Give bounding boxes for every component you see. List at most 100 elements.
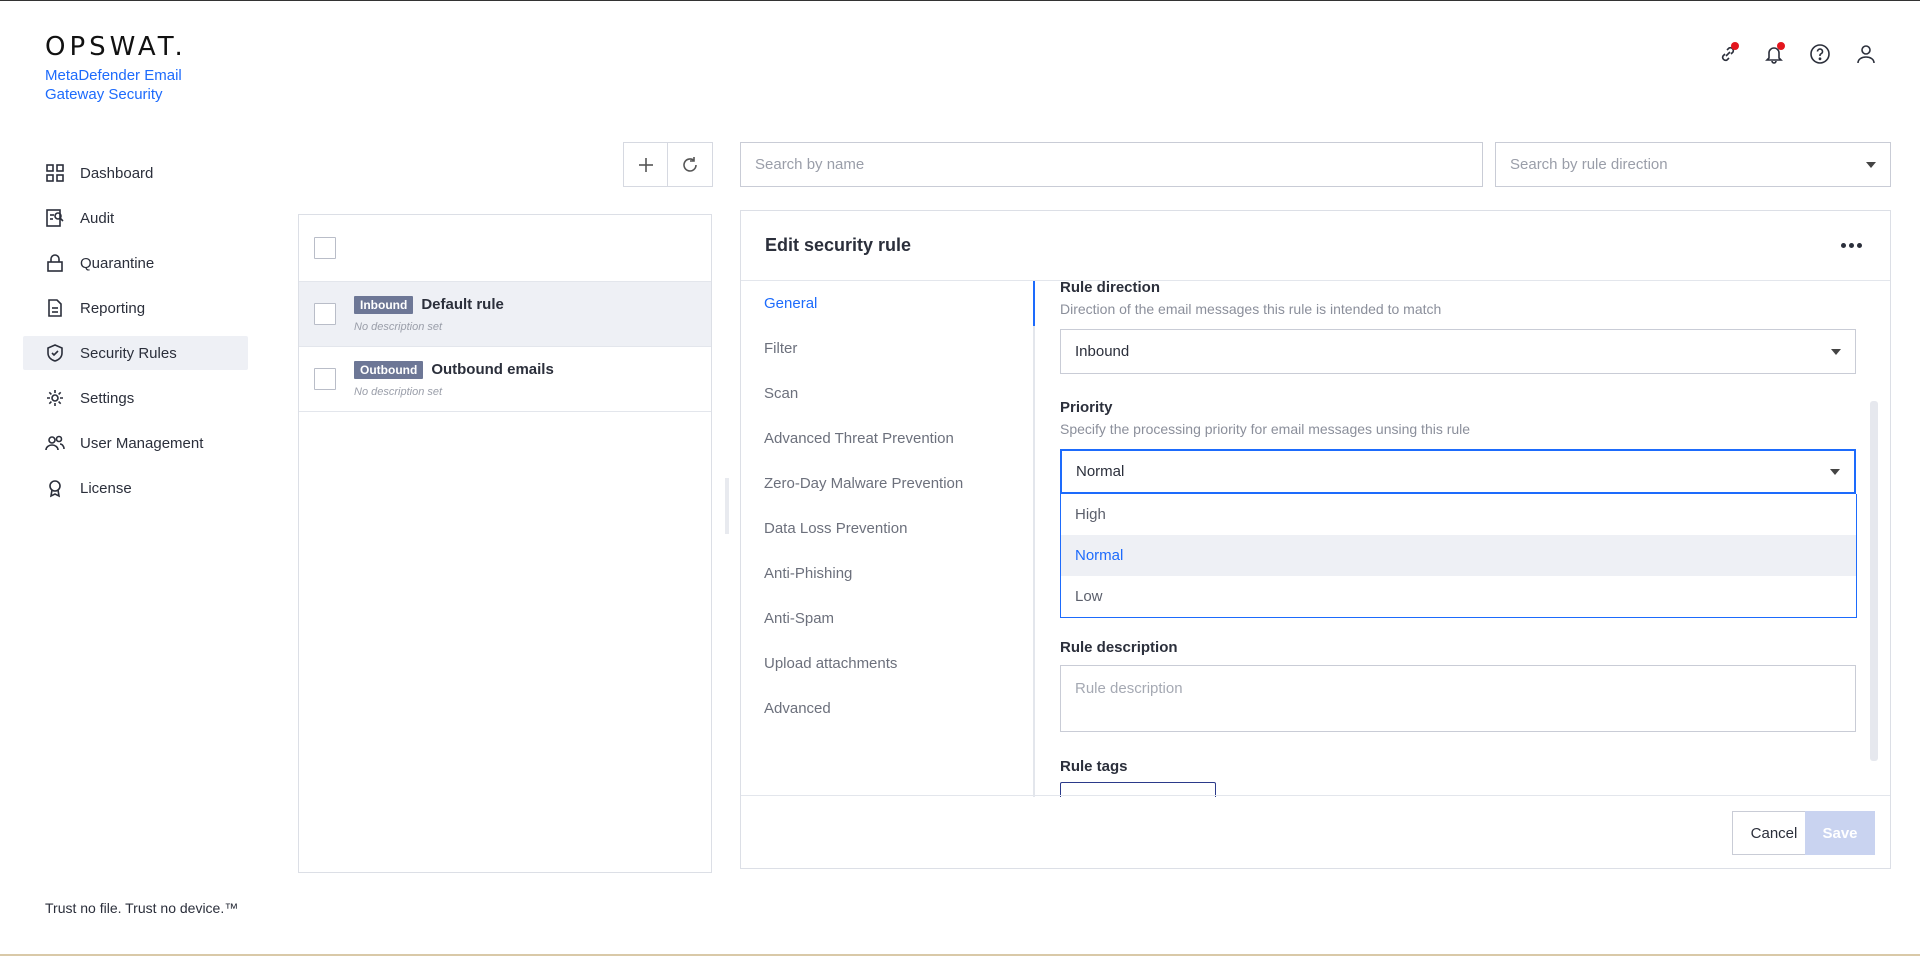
sidebar-item-dashboard[interactable]: Dashboard [23, 156, 248, 190]
tagline: Trust no file. Trust no device.™ [45, 900, 239, 916]
rule-list-toolbar [623, 142, 713, 187]
rule-tags-label: Rule tags [1060, 758, 1128, 775]
tab-data-loss-prevention[interactable]: Data Loss Prevention [741, 506, 1033, 551]
tab-general[interactable]: General [741, 281, 1035, 326]
users-icon [45, 435, 65, 451]
rule-title-line: Outbound Outbound emails [354, 360, 554, 379]
opswat-logo: OPSWAT. [45, 32, 187, 62]
priority-option-normal[interactable]: Normal [1061, 535, 1856, 576]
user-icon [1857, 45, 1875, 64]
add-rule-button[interactable] [623, 142, 668, 187]
chevron-down-icon [1831, 348, 1841, 355]
sidebar-item-settings[interactable]: Settings [23, 381, 248, 415]
shield-check-icon [47, 344, 63, 362]
rule-description: No description set [354, 385, 443, 398]
search-by-direction-select[interactable]: Search by rule direction [1495, 142, 1891, 187]
priority-option-low[interactable]: Low [1061, 576, 1856, 617]
rule-description-input[interactable]: Rule description [1060, 665, 1856, 732]
rule-direction-select[interactable]: Inbound [1060, 329, 1856, 374]
sidebar-item-label: User Management [80, 434, 204, 452]
plus-icon [638, 157, 653, 172]
tab-anti-spam[interactable]: Anti-Spam [741, 596, 1033, 641]
award-icon [49, 480, 61, 498]
more-options-button[interactable] [1836, 231, 1866, 261]
panel-title: Edit security rule [765, 235, 912, 255]
priority-option-high[interactable]: High [1061, 494, 1856, 535]
sidebar-item-audit[interactable]: Audit [23, 201, 248, 235]
sidebar-item-label: Audit [80, 209, 115, 227]
search-by-name-input[interactable]: Search by name [740, 142, 1483, 187]
search-by-direction-placeholder: Search by rule direction [1510, 156, 1668, 173]
priority-select[interactable]: Normal [1060, 449, 1856, 494]
panel-header: Edit security rule [741, 211, 1890, 281]
sidebar: Dashboard Audit Quarantine Reporting Sec… [23, 156, 248, 516]
refresh-icon [683, 156, 697, 172]
header-actions [1714, 40, 1880, 68]
rule-row-outbound[interactable]: Outbound Outbound emails No description … [299, 347, 711, 412]
rule-direction-value: Inbound [1075, 343, 1130, 360]
sidebar-item-user-management[interactable]: User Management [23, 426, 248, 460]
notification-dot [1777, 42, 1785, 50]
tab-anti-phishing[interactable]: Anti-Phishing [741, 551, 1033, 596]
sidebar-item-reporting[interactable]: Reporting [23, 291, 248, 325]
tab-scan[interactable]: Scan [741, 371, 1033, 416]
notification-dot [1731, 42, 1739, 50]
rule-checkbox[interactable] [314, 303, 336, 325]
report-icon [48, 299, 62, 317]
sidebar-item-license[interactable]: License [23, 471, 248, 505]
select-all-checkbox[interactable] [314, 237, 336, 259]
rule-info: Outbound Outbound emails No description … [354, 360, 554, 398]
window-top-border [0, 0, 1920, 1]
sidebar-item-label: Security Rules [80, 344, 177, 362]
form-scrollbar[interactable] [1870, 401, 1878, 761]
priority-dropdown: High Normal Low [1060, 494, 1857, 618]
user-menu-button[interactable] [1852, 40, 1880, 68]
tab-upload-attachments[interactable]: Upload attachments [741, 641, 1033, 686]
link-button[interactable] [1714, 40, 1742, 68]
sidebar-item-label: Dashboard [80, 164, 154, 182]
dashboard-icon [46, 164, 64, 182]
cancel-button[interactable]: Cancel [1732, 811, 1816, 855]
rule-title-line: Inbound Default rule [354, 295, 504, 314]
rule-checkbox[interactable] [314, 368, 336, 390]
lock-icon [47, 254, 63, 272]
save-button[interactable]: Save [1805, 811, 1875, 855]
more-dot [1848, 243, 1854, 248]
sidebar-item-quarantine[interactable]: Quarantine [23, 246, 248, 280]
rule-direction-label: Rule direction [1060, 281, 1161, 296]
rule-info: Inbound Default rule No description set [354, 295, 504, 333]
help-button[interactable] [1806, 40, 1834, 68]
more-dot [1856, 243, 1862, 248]
rule-description-label: Rule description [1060, 639, 1178, 656]
chevron-down-icon [1830, 468, 1840, 475]
sidebar-item-label: Reporting [80, 299, 146, 317]
brand: OPSWAT. MetaDefender Email Gateway Secur… [45, 32, 205, 104]
direction-badge: Outbound [354, 360, 424, 379]
rule-direction-help: Direction of the email messages this rul… [1060, 301, 1442, 317]
general-form: Rule direction Direction of the email me… [1037, 281, 1880, 797]
priority-value: Normal [1076, 463, 1125, 480]
panel-footer: Cancel Save [741, 795, 1890, 868]
rule-name: Default rule [421, 296, 504, 313]
tab-filter[interactable]: Filter [741, 326, 1033, 371]
rule-name: Outbound emails [431, 361, 554, 378]
product-name: MetaDefender Email Gateway Security [45, 67, 182, 103]
priority-help: Specify the processing priority for emai… [1060, 421, 1471, 437]
chevron-down-icon [1866, 161, 1876, 168]
direction-badge: Inbound [354, 295, 414, 314]
refresh-button[interactable] [668, 142, 713, 187]
notifications-button[interactable] [1760, 40, 1788, 68]
edit-rule-panel: Edit security rule General Filter Scan A… [740, 210, 1891, 869]
rule-description: No description set [354, 320, 443, 333]
rule-list: Inbound Default rule No description set … [298, 214, 712, 873]
rule-row-default[interactable]: Inbound Default rule No description set [299, 282, 711, 347]
priority-label: Priority [1060, 399, 1113, 416]
settings-tabs: General Filter Scan Advanced Threat Prev… [741, 281, 1035, 797]
tab-advanced-threat-prevention[interactable]: Advanced Threat Prevention [741, 416, 1033, 461]
audit-icon [46, 209, 64, 227]
sidebar-item-security-rules[interactable]: Security Rules [23, 336, 248, 370]
tab-zero-day-malware-prevention[interactable]: Zero-Day Malware Prevention [741, 461, 1033, 506]
tab-advanced[interactable]: Advanced [741, 686, 1033, 731]
sidebar-item-label: License [80, 479, 132, 497]
panel-resize-handle[interactable] [725, 478, 729, 534]
